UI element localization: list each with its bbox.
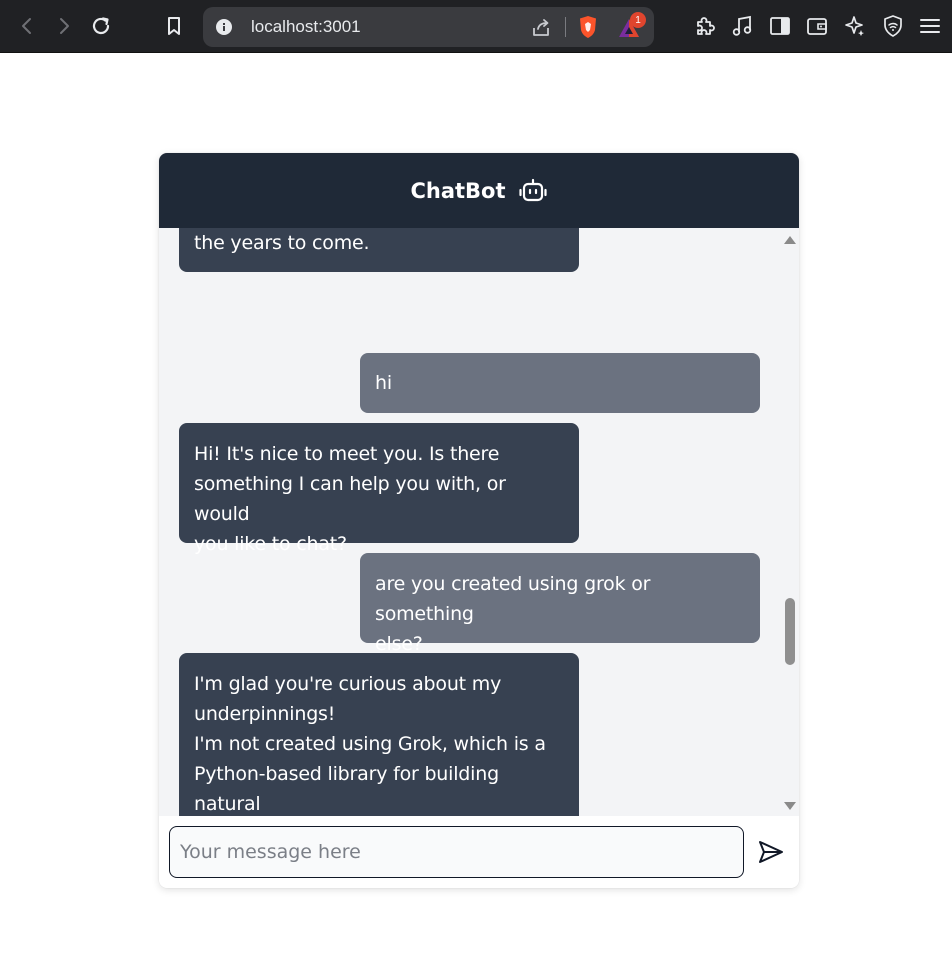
send-button[interactable]: [751, 832, 791, 872]
hamburger-menu-icon: [920, 19, 940, 33]
notification-badge: 1: [630, 12, 646, 28]
wallet-icon: [807, 18, 827, 35]
reload-button[interactable]: [86, 11, 116, 41]
robot-icon: [518, 176, 548, 206]
send-icon: [759, 841, 783, 863]
bookmark-icon: [168, 17, 180, 35]
message-text-line: I'm glad you're curious about my: [194, 673, 502, 695]
bot-message: the years to come.: [179, 228, 579, 272]
message-text-line: I'm not created using Grok, which is a: [194, 733, 546, 755]
browser-toolbar: localhost:3001 1: [0, 0, 952, 53]
user-message: are you created using grok or something e…: [360, 553, 760, 655]
message-text-line: Python-based library for building natura…: [194, 763, 499, 815]
chat-header: ChatBot: [159, 153, 799, 228]
chevron-left-icon: [22, 18, 31, 34]
vpn-shield-icon: [884, 15, 902, 37]
message-input[interactable]: [169, 826, 744, 878]
info-icon[interactable]: [213, 16, 235, 38]
scroll-up-arrow[interactable]: [784, 236, 796, 244]
message-text-line: something I can help you with, or would: [194, 473, 506, 525]
sparkle-icon: [845, 16, 864, 36]
scroll-down-arrow[interactable]: [784, 802, 796, 810]
vpn-button[interactable]: [878, 11, 908, 41]
puzzle-icon: [697, 17, 715, 35]
message-text-line: hi: [375, 372, 392, 394]
chat-title: ChatBot: [410, 178, 506, 203]
chevron-right-icon: [60, 18, 69, 34]
message-list[interactable]: the years to come. hi Hi! It's nice to mee…: [159, 228, 799, 816]
message-text-line: underpinnings!: [194, 703, 336, 725]
user-message: hi: [360, 353, 760, 413]
url-text: localhost:3001: [251, 17, 361, 36]
music-note-icon: [732, 15, 752, 36]
message-text-line: the years to come.: [194, 232, 370, 254]
back-button[interactable]: [12, 11, 42, 41]
message-text-line: are you created using grok or something: [375, 573, 651, 625]
scroll-thumb[interactable]: [785, 598, 795, 665]
message-composer: [159, 816, 799, 888]
forward-button[interactable]: [49, 11, 79, 41]
media-button[interactable]: [727, 11, 757, 41]
bot-message: I'm glad you're curious about my underpin…: [179, 653, 579, 816]
message-scrollbar[interactable]: [780, 228, 799, 816]
bot-message: Hi! It's nice to meet you. Is there somet…: [179, 423, 579, 555]
share-icon[interactable]: [529, 16, 553, 40]
chat-window: ChatBot the years to come. hi Hi! It's nic…: [159, 153, 799, 888]
brave-shield-icon[interactable]: [576, 15, 600, 39]
wallet-button[interactable]: [802, 11, 832, 41]
sidebar-button[interactable]: [765, 11, 795, 41]
extensions-button[interactable]: [690, 11, 720, 41]
sidebar-icon: [770, 17, 790, 35]
bookmark-button[interactable]: [159, 11, 189, 41]
reload-icon: [92, 17, 110, 35]
address-bar[interactable]: localhost:3001: [203, 7, 654, 47]
divider: [565, 17, 566, 37]
message-text-line: Hi! It's nice to meet you. Is there: [194, 443, 500, 465]
menu-button[interactable]: [915, 11, 945, 41]
leo-button[interactable]: [840, 11, 870, 41]
